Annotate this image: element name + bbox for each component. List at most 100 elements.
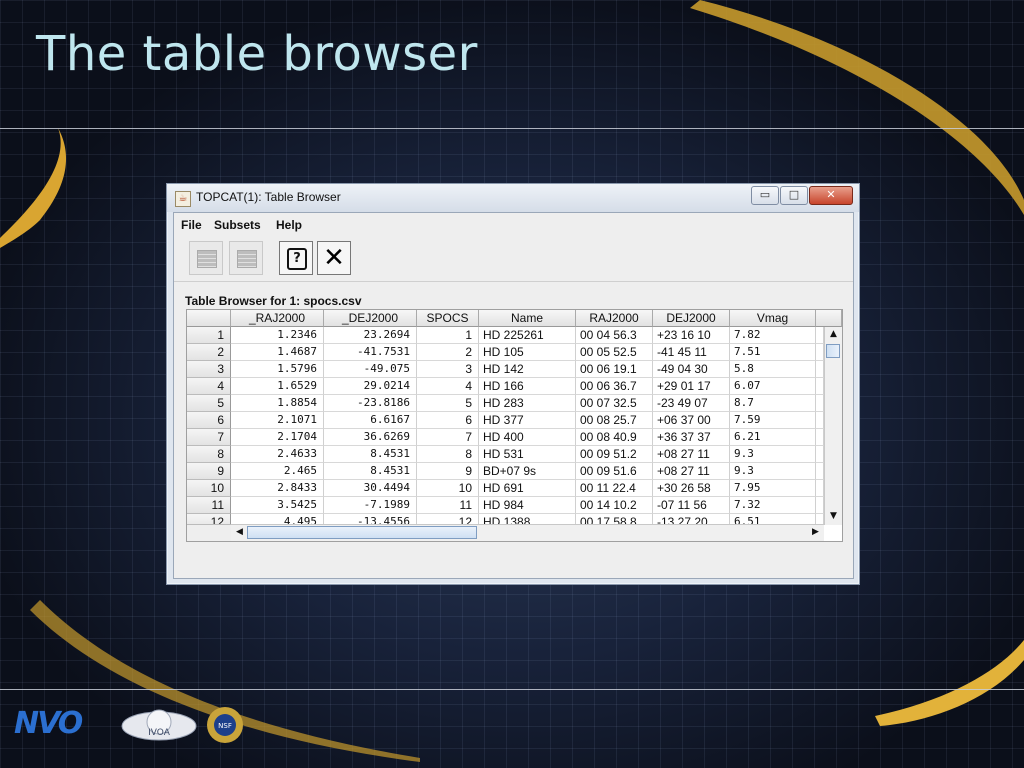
table-cell[interactable]: 7.59 [730, 412, 816, 429]
column-header[interactable]: _RAJ2000 [231, 310, 324, 327]
table-cell[interactable]: 2 [417, 344, 479, 361]
table-cell[interactable]: 00 07 32.5 [576, 395, 653, 412]
horizontal-scroll-thumb[interactable] [247, 526, 477, 539]
column-header[interactable]: Name [479, 310, 576, 327]
table-cell[interactable]: HD 225261 [479, 327, 576, 344]
table-cell[interactable]: -07 11 56 [653, 497, 730, 514]
table-cell[interactable]: 8.4531 [324, 463, 417, 480]
table-cell[interactable]: 1.4687 [231, 344, 324, 361]
table-cell[interactable]: HD 984 [479, 497, 576, 514]
table-cell[interactable]: 6.6167 [324, 412, 417, 429]
row-header[interactable]: 7 [187, 429, 231, 446]
column-header[interactable]: DEJ2000 [653, 310, 730, 327]
close-window-button[interactable]: ✕ [317, 241, 351, 275]
table-cell[interactable]: 29.0214 [324, 378, 417, 395]
horizontal-scrollbar[interactable]: ◀ ▶ [231, 524, 824, 541]
table-cell[interactable]: 36.6269 [324, 429, 417, 446]
table-cell[interactable]: +06 37 00 [653, 412, 730, 429]
table-cell[interactable]: HD 283 [479, 395, 576, 412]
window-titlebar[interactable]: ☕ TOPCAT(1): Table Browser ▭ □ ✕ [167, 184, 859, 212]
row-header[interactable]: 3 [187, 361, 231, 378]
menu-help[interactable]: Help [276, 218, 302, 232]
table-cell[interactable]: 8.7 [730, 395, 816, 412]
table-cell[interactable]: 00 14 10.2 [576, 497, 653, 514]
table-cell[interactable]: 6.07 [730, 378, 816, 395]
table-cell[interactable]: +08 27 11 [653, 463, 730, 480]
table-cell[interactable]: 00 04 56.3 [576, 327, 653, 344]
table-cell[interactable]: 2.8433 [231, 480, 324, 497]
close-icon[interactable]: ✕ [809, 186, 853, 205]
table-cell[interactable]: 6 [417, 412, 479, 429]
table-cell[interactable]: 7.51 [730, 344, 816, 361]
minimize-icon[interactable]: ▭ [751, 186, 779, 205]
table-cell[interactable]: 3 [417, 361, 479, 378]
row-header[interactable]: 2 [187, 344, 231, 361]
table-cell[interactable]: +29 01 17 [653, 378, 730, 395]
vertical-scroll-thumb[interactable] [826, 344, 840, 358]
table-cell[interactable]: +08 27 11 [653, 446, 730, 463]
table-cell[interactable]: -7.1989 [324, 497, 417, 514]
table-cell[interactable]: 1.6529 [231, 378, 324, 395]
menu-file[interactable]: File [181, 218, 202, 232]
table-cell[interactable]: HD 166 [479, 378, 576, 395]
table-columns-button[interactable] [229, 241, 263, 275]
row-header[interactable]: 5 [187, 395, 231, 412]
table-cell[interactable]: 1 [417, 327, 479, 344]
table-cell[interactable]: 2.4633 [231, 446, 324, 463]
table-cell[interactable]: 4 [417, 378, 479, 395]
table-cell[interactable]: 00 06 19.1 [576, 361, 653, 378]
table-cell[interactable]: 8 [417, 446, 479, 463]
table-cell[interactable]: 23.2694 [324, 327, 417, 344]
row-header[interactable]: 6 [187, 412, 231, 429]
scroll-left-icon[interactable]: ◀ [231, 525, 248, 540]
table-cell[interactable]: 3.5425 [231, 497, 324, 514]
table-cell[interactable]: 00 06 36.7 [576, 378, 653, 395]
menu-subsets[interactable]: Subsets [214, 218, 261, 232]
row-header[interactable]: 1 [187, 327, 231, 344]
table-cell[interactable]: 2.1704 [231, 429, 324, 446]
scroll-right-icon[interactable]: ▶ [807, 525, 824, 540]
table-cell[interactable]: 11 [417, 497, 479, 514]
column-header[interactable]: _DEJ2000 [324, 310, 417, 327]
table-cell[interactable]: 9.3 [730, 446, 816, 463]
row-header[interactable]: 4 [187, 378, 231, 395]
table-cell[interactable]: +36 37 37 [653, 429, 730, 446]
table-cell[interactable]: HD 142 [479, 361, 576, 378]
column-header[interactable]: SPOCS [417, 310, 479, 327]
row-header[interactable]: 10 [187, 480, 231, 497]
table-cell[interactable]: 2.1071 [231, 412, 324, 429]
table-cell[interactable]: +23 16 10 [653, 327, 730, 344]
table-cell[interactable]: HD 377 [479, 412, 576, 429]
table-cell[interactable]: HD 691 [479, 480, 576, 497]
table-cell[interactable]: 6.21 [730, 429, 816, 446]
table-cell[interactable]: -49 04 30 [653, 361, 730, 378]
table-cell[interactable]: BD+07 9s [479, 463, 576, 480]
table-grid-button[interactable] [189, 241, 223, 275]
table-cell[interactable]: 00 08 25.7 [576, 412, 653, 429]
table-cell[interactable]: 00 09 51.2 [576, 446, 653, 463]
table-cell[interactable]: 5 [417, 395, 479, 412]
table-cell[interactable]: 1.5796 [231, 361, 324, 378]
maximize-icon[interactable]: □ [780, 186, 808, 205]
table-cell[interactable]: 9.3 [730, 463, 816, 480]
scroll-down-icon[interactable]: ▼ [825, 509, 842, 524]
table-cell[interactable]: 8.4531 [324, 446, 417, 463]
scroll-up-icon[interactable]: ▲ [825, 327, 842, 342]
table-cell[interactable]: -23 49 07 [653, 395, 730, 412]
table-cell[interactable]: HD 105 [479, 344, 576, 361]
table-cell[interactable]: 7.32 [730, 497, 816, 514]
table-cell[interactable]: 00 11 22.4 [576, 480, 653, 497]
table-cell[interactable]: 00 05 52.5 [576, 344, 653, 361]
table-cell[interactable]: 1.2346 [231, 327, 324, 344]
table-cell[interactable]: 1.8854 [231, 395, 324, 412]
row-header[interactable]: 11 [187, 497, 231, 514]
column-header[interactable]: Vmag [730, 310, 816, 327]
column-header[interactable]: RAJ2000 [576, 310, 653, 327]
help-button[interactable]: ? [279, 241, 313, 275]
table-cell[interactable]: -23.8186 [324, 395, 417, 412]
table-cell[interactable]: 10 [417, 480, 479, 497]
table-cell[interactable]: 5.8 [730, 361, 816, 378]
row-header[interactable]: 8 [187, 446, 231, 463]
table-cell[interactable]: 9 [417, 463, 479, 480]
table-cell[interactable]: 30.4494 [324, 480, 417, 497]
